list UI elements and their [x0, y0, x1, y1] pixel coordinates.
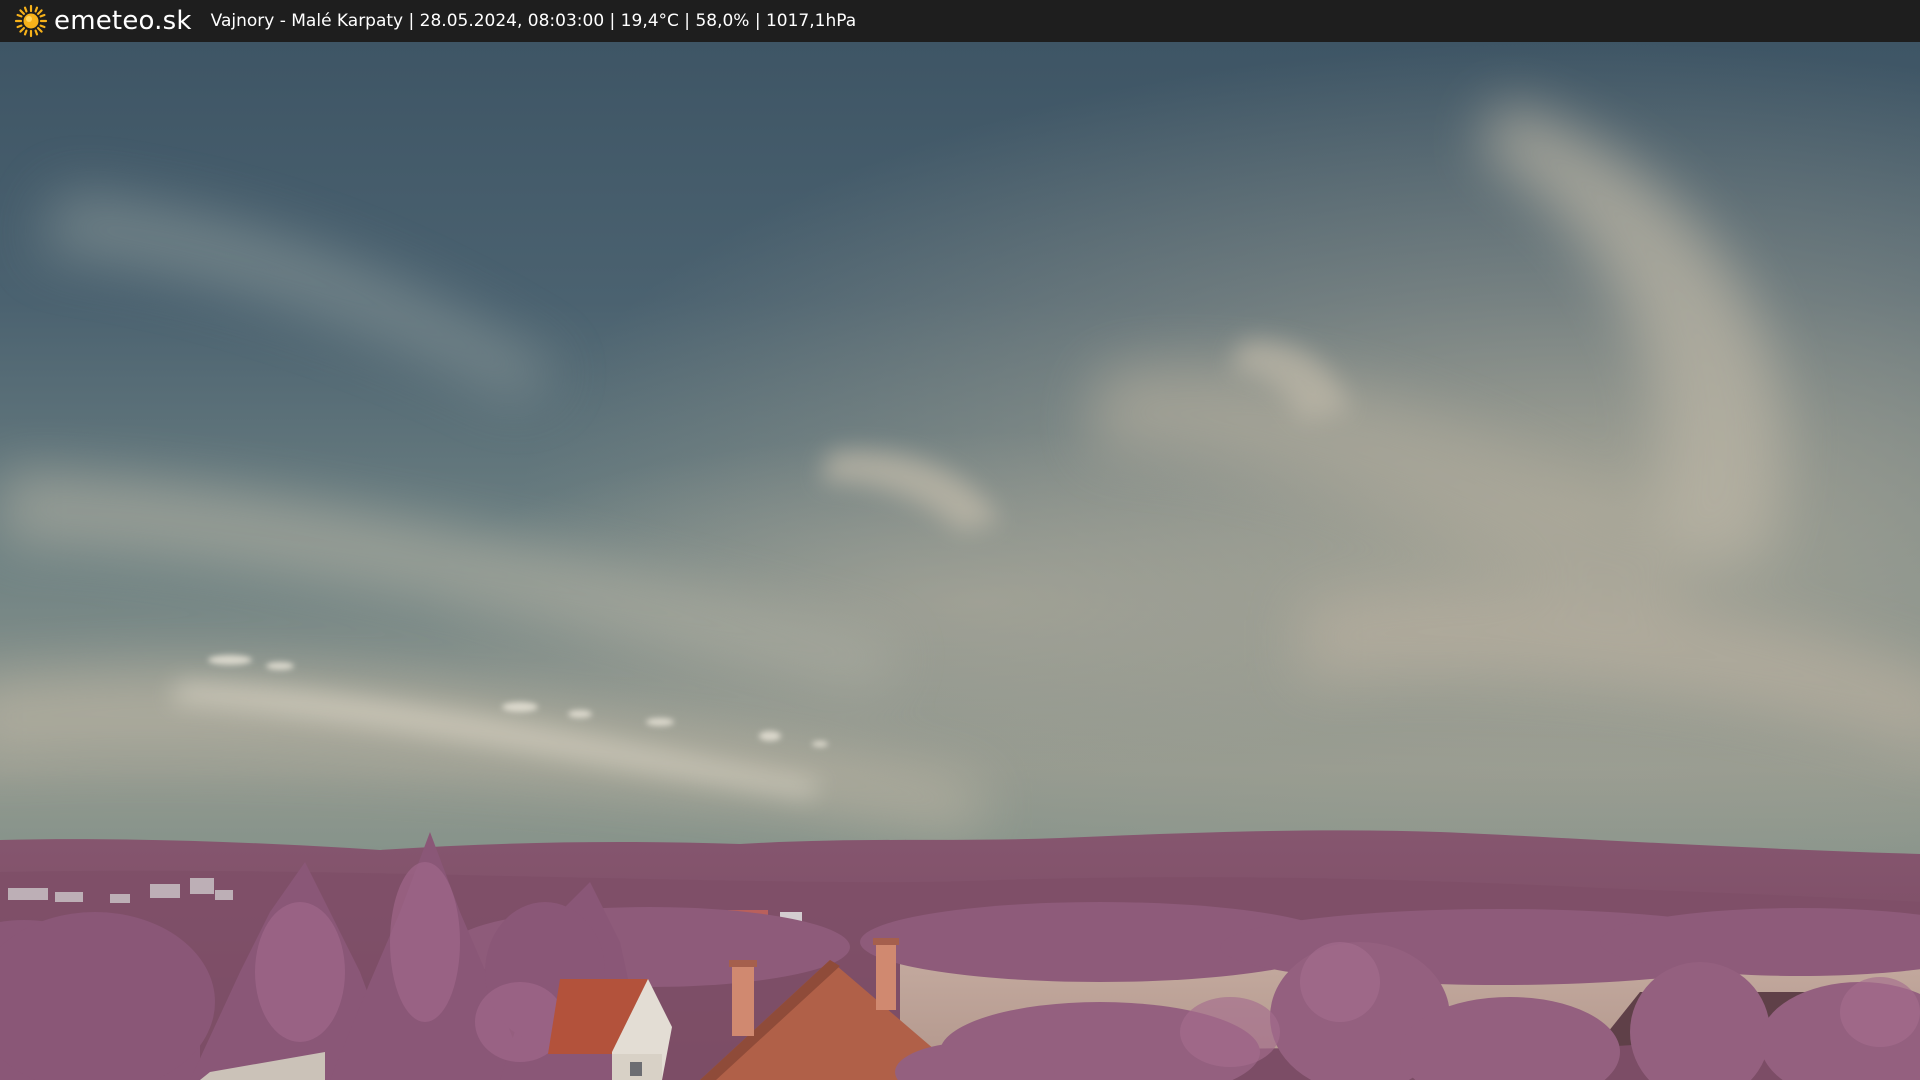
webcam-page: emeteo.sk Vajnory - Malé Karpaty | 28.05…: [0, 0, 1920, 1080]
webcam-image: [0, 42, 1920, 1080]
brand-logo[interactable]: emeteo.sk: [14, 4, 192, 38]
station-readout: Vajnory - Malé Karpaty | 28.05.2024, 08:…: [210, 11, 857, 31]
sun-icon: [14, 4, 48, 38]
webcam-caption-bar: emeteo.sk Vajnory - Malé Karpaty | 28.05…: [0, 0, 1920, 42]
brand-name: emeteo.sk: [54, 6, 192, 36]
